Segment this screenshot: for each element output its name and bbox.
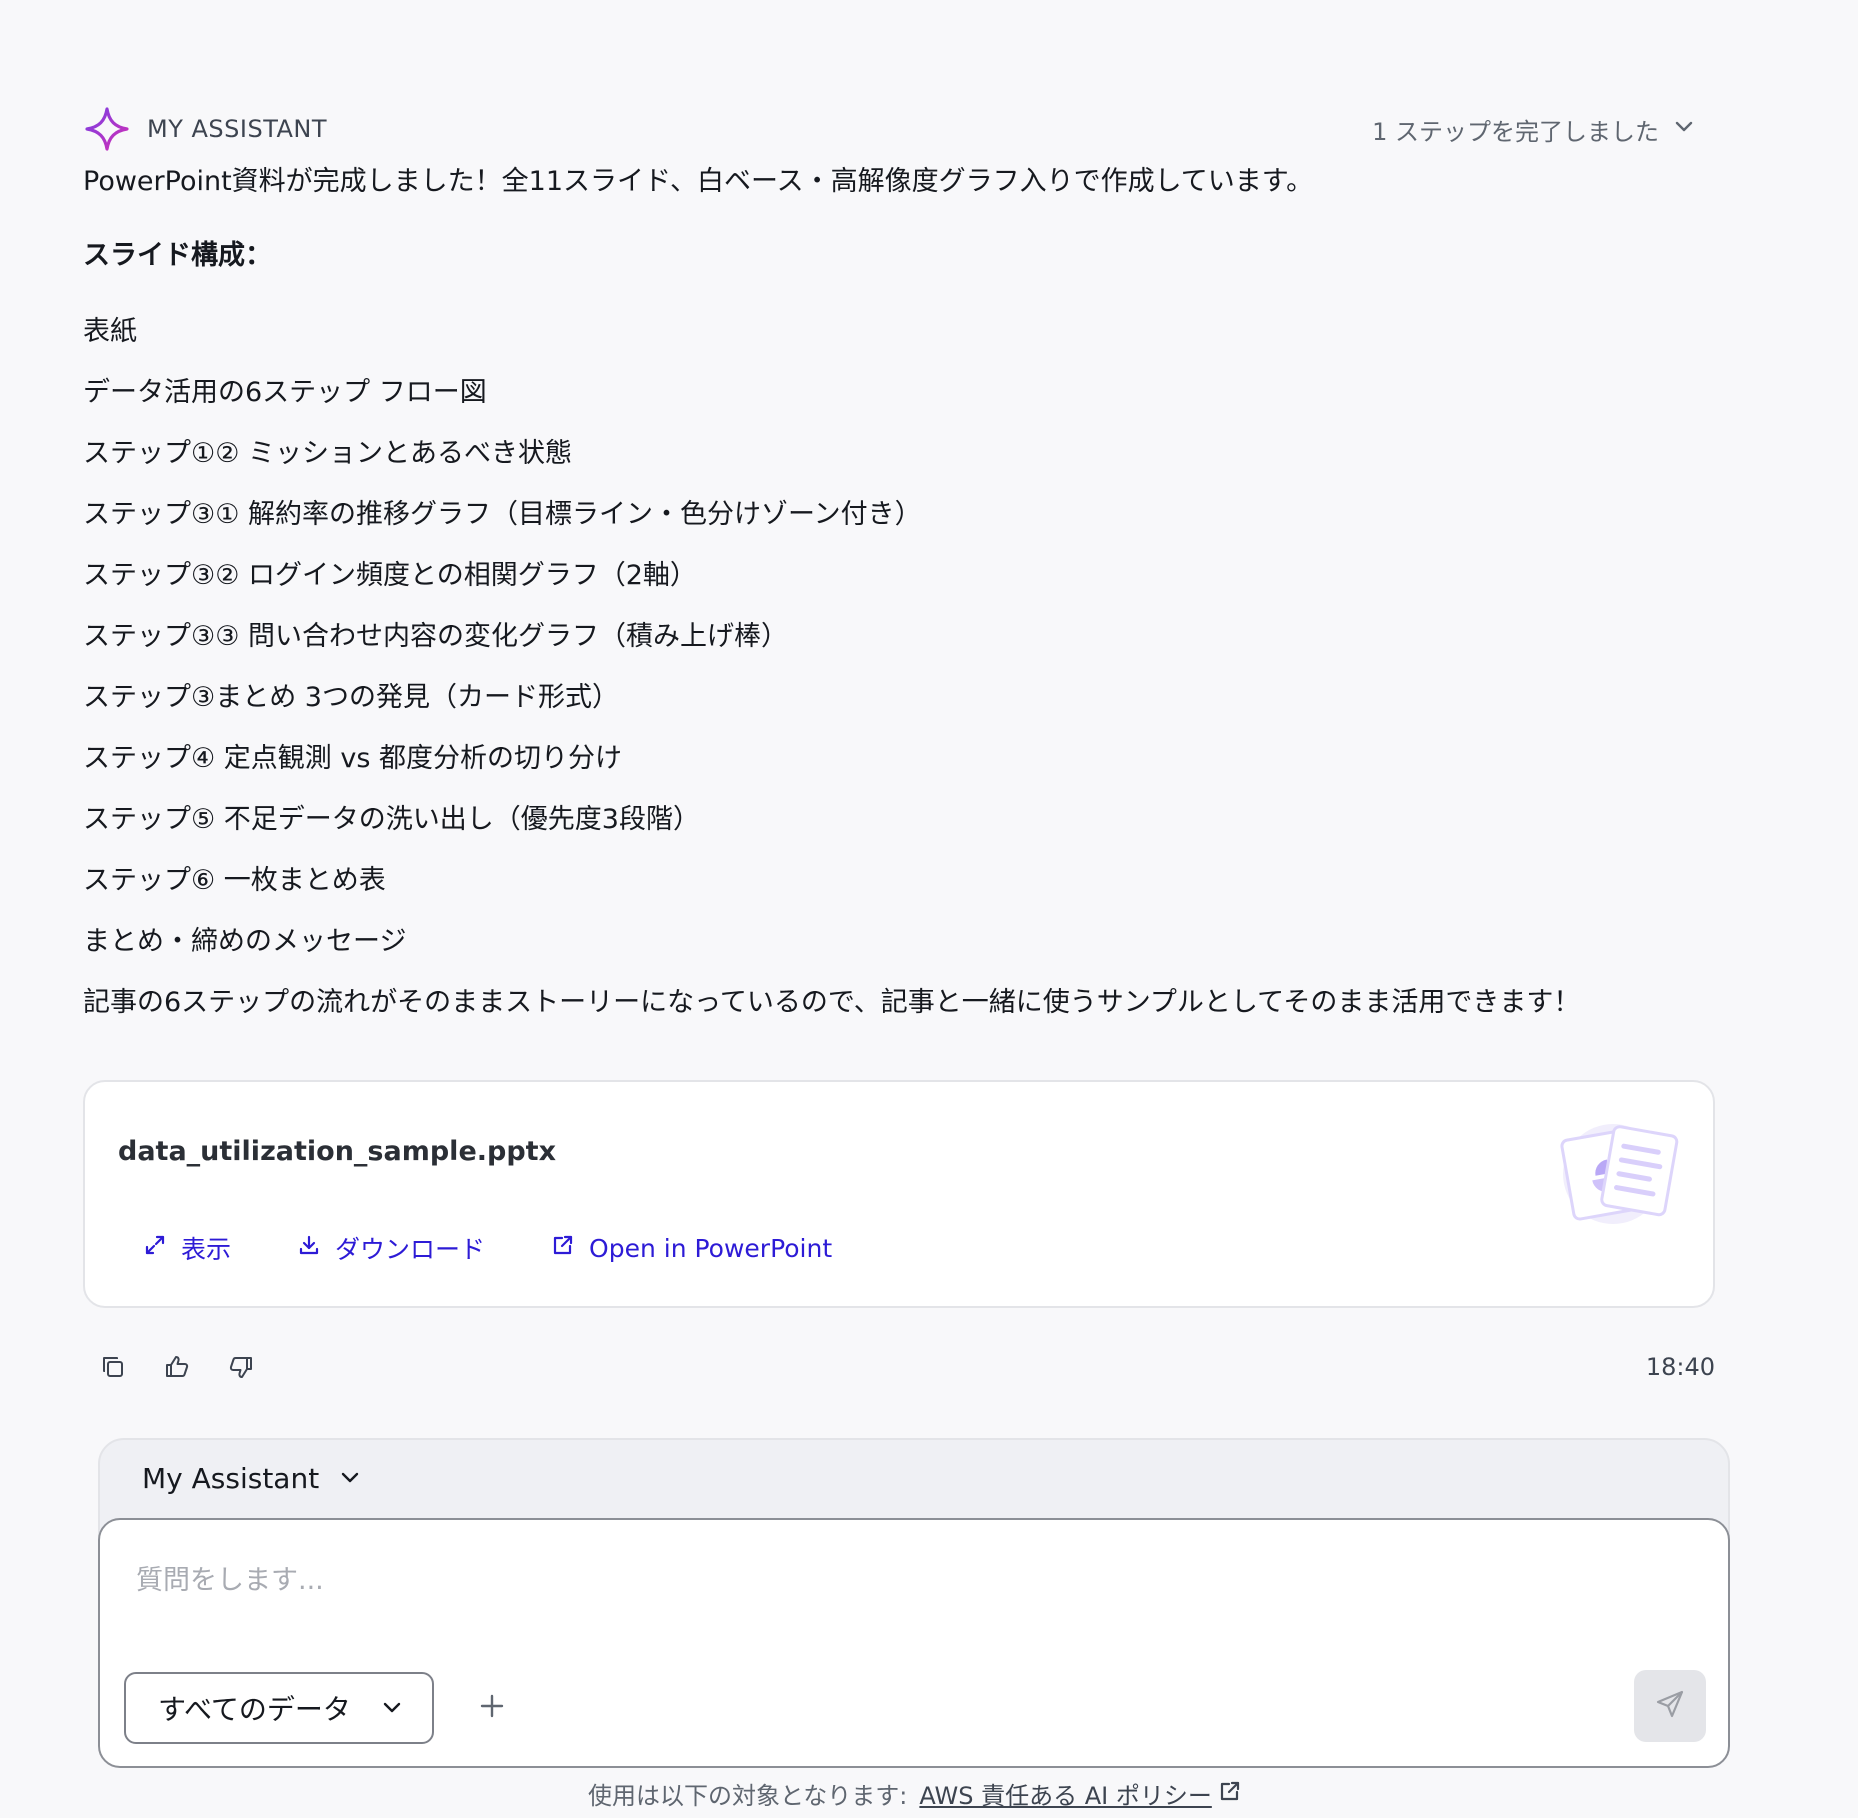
list-item: ステップ③③ 問い合わせ内容の変化グラフ（積み上げ棒） [83, 621, 788, 652]
chevron-down-icon [381, 1692, 403, 1725]
download-icon [297, 1233, 321, 1263]
chevron-down-icon [339, 1462, 361, 1495]
list-item: ステップ⑥ 一枚まとめ表 [83, 865, 386, 896]
thumbs-down-button[interactable] [224, 1352, 258, 1386]
add-attachment-button[interactable] [470, 1686, 514, 1730]
thumbs-up-button[interactable] [160, 1352, 194, 1386]
copy-button[interactable] [96, 1352, 130, 1386]
message-closing: 記事の6ステップの流れがそのままストーリーになっているので、記事と一緒に使うサン… [83, 987, 1581, 1018]
ai-policy-link[interactable]: AWS 責任ある AI ポリシー [919, 1776, 1241, 1811]
file-actions: 表示 ダウンロード Open in PowerPoint [143, 1230, 832, 1266]
list-item: ステップ③① 解約率の推移グラフ（目標ライン・色分けゾーン付き） [83, 499, 922, 530]
external-link-icon [1218, 1779, 1242, 1809]
steps-completed-toggle[interactable]: 1 ステップを完了しました [1372, 112, 1695, 147]
open-in-powerpoint-label: Open in PowerPoint [589, 1233, 833, 1263]
sparkle-icon [83, 105, 131, 153]
view-file-button[interactable]: 表示 [143, 1230, 231, 1266]
data-scope-select[interactable]: すべてのデータ [124, 1672, 434, 1744]
list-item: まとめ・締めのメッセージ [83, 926, 407, 957]
assistant-header: MY ASSISTANT 1 ステップを完了しました [83, 104, 1695, 154]
chat-page: MY ASSISTANT 1 ステップを完了しました PowerPoint資料が… [0, 0, 1858, 1818]
composer: すべてのデータ [98, 1518, 1730, 1768]
list-item: ステップ⑤ 不足データの洗い出し（優先度3段階） [83, 804, 700, 835]
assistant-selector-label: My Assistant [142, 1462, 320, 1495]
question-input[interactable] [136, 1550, 1696, 1610]
list-item: ステップ③まとめ 3つの発見（カード形式） [83, 682, 619, 713]
chevron-down-icon [1673, 115, 1695, 143]
download-file-label: ダウンロード [335, 1235, 486, 1264]
plus-icon [479, 1693, 505, 1723]
list-item: 表紙 [83, 316, 137, 347]
list-item: ステップ①② ミッションとあるべき状態 [83, 438, 572, 469]
presentation-file-icon [1555, 1112, 1685, 1232]
assistant-message: PowerPoint資料が完成しました！全11スライド、白ベース・高解像度グラフ… [83, 162, 1783, 1023]
assistant-selector[interactable]: My Assistant [142, 1462, 361, 1495]
send-icon [1655, 1689, 1685, 1723]
list-item: ステップ③② ログイン頻度との相関グラフ（2軸） [83, 560, 697, 591]
data-scope-label: すべてのデータ [158, 1693, 351, 1726]
expand-icon [143, 1233, 167, 1263]
steps-completed-label: 1 ステップを完了しました [1372, 117, 1659, 146]
slide-list: 表紙 データ活用の6ステップ フロー図 ステップ①② ミッションとあるべき状態 … [83, 312, 1783, 962]
thumbs-up-icon [164, 1354, 190, 1384]
list-item: データ活用の6ステップ フロー図 [83, 377, 487, 408]
footer-text: 使用は以下の対象となります: [588, 1782, 908, 1810]
message-timestamp: 18:40 [1645, 1353, 1715, 1381]
file-attachment-card: data_utilization_sample.pptx 表示 ダウンロード O… [83, 1080, 1715, 1308]
view-file-label: 表示 [181, 1235, 232, 1264]
message-heading: スライド構成： [83, 240, 272, 271]
send-button[interactable] [1634, 1670, 1706, 1742]
message-toolbar [96, 1352, 258, 1386]
assistant-name: MY ASSISTANT [147, 115, 328, 143]
external-link-icon [551, 1233, 575, 1263]
open-in-powerpoint-button[interactable]: Open in PowerPoint [551, 1230, 832, 1266]
copy-icon [100, 1354, 126, 1384]
ai-policy-link-label: AWS 責任ある AI ポリシー [919, 1782, 1212, 1810]
list-item: ステップ④ 定点観測 vs 都度分析の切り分け [83, 743, 622, 774]
thumbs-down-icon [228, 1354, 254, 1384]
download-file-button[interactable]: ダウンロード [297, 1230, 485, 1266]
message-intro: PowerPoint資料が完成しました！全11スライド、白ベース・高解像度グラフ… [83, 166, 1314, 197]
file-name: data_utilization_sample.pptx [118, 1136, 556, 1167]
